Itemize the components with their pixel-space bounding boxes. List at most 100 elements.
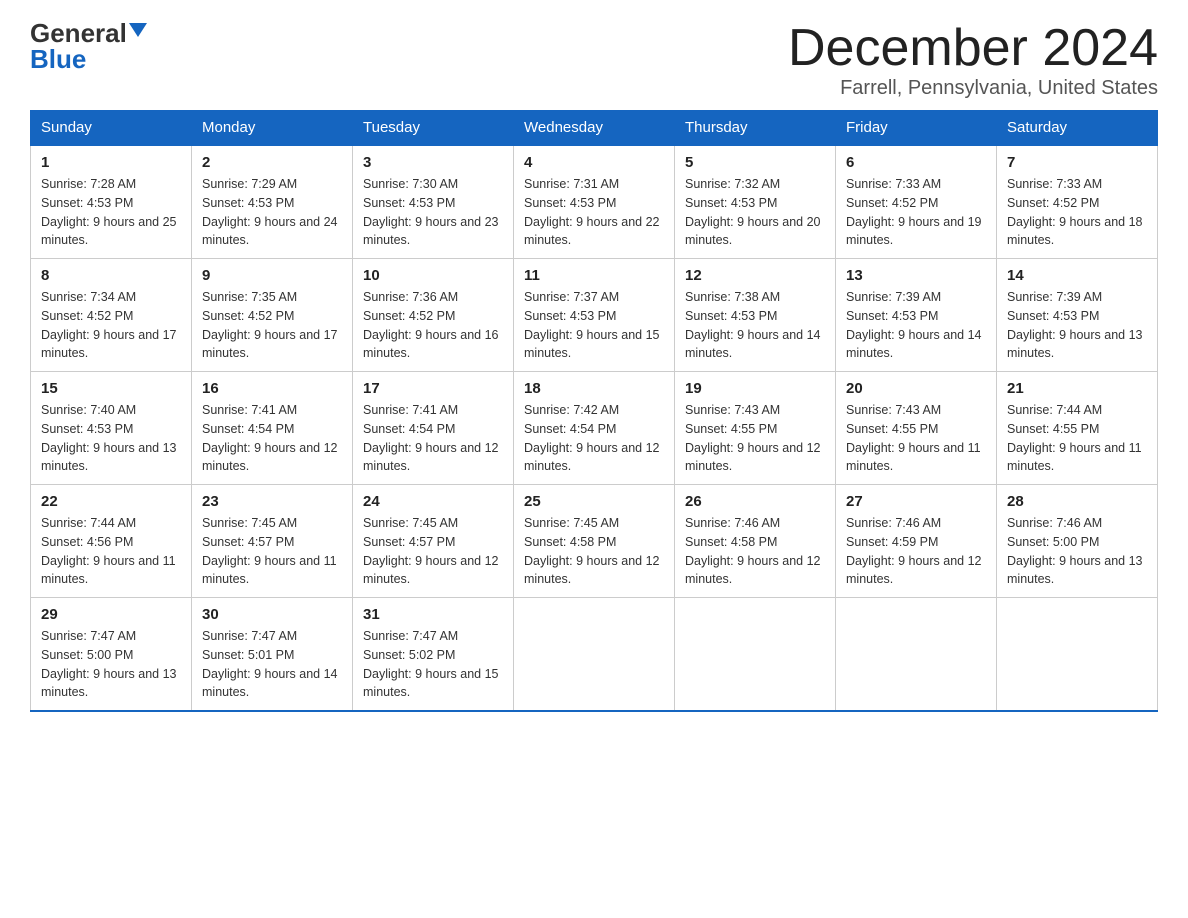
calendar-title: December 2024 xyxy=(788,20,1158,77)
calendar-day-cell: 26Sunrise: 7:46 AMSunset: 4:58 PMDayligh… xyxy=(675,485,836,598)
day-info: Sunrise: 7:35 AMSunset: 4:52 PMDaylight:… xyxy=(202,288,342,363)
day-number: 4 xyxy=(524,154,664,171)
day-number: 28 xyxy=(1007,493,1147,510)
calendar-day-cell: 18Sunrise: 7:42 AMSunset: 4:54 PMDayligh… xyxy=(514,372,675,485)
day-number: 22 xyxy=(41,493,181,510)
day-info: Sunrise: 7:47 AMSunset: 5:02 PMDaylight:… xyxy=(363,627,503,702)
day-info: Sunrise: 7:45 AMSunset: 4:58 PMDaylight:… xyxy=(524,514,664,589)
day-info: Sunrise: 7:46 AMSunset: 5:00 PMDaylight:… xyxy=(1007,514,1147,589)
calendar-body: 1Sunrise: 7:28 AMSunset: 4:53 PMDaylight… xyxy=(31,145,1158,711)
day-of-week-header: Tuesday xyxy=(353,111,514,146)
day-info: Sunrise: 7:47 AMSunset: 5:01 PMDaylight:… xyxy=(202,627,342,702)
day-number: 17 xyxy=(363,380,503,397)
calendar-day-cell: 4 Sunrise: 7:31 AMSunset: 4:53 PMDaylight… xyxy=(514,145,675,259)
day-number: 2 xyxy=(202,154,342,171)
calendar-day-cell: 6 Sunrise: 7:33 AMSunset: 4:52 PMDaylight… xyxy=(836,145,997,259)
calendar-day-cell: 25 Sunrise: 7:45 AMSunset: 4:58 PMDayligh… xyxy=(514,485,675,598)
day-of-week-header: Friday xyxy=(836,111,997,146)
day-info: Sunrise: 7:45 AMSunset: 4:57 PMDaylight:… xyxy=(202,514,342,589)
day-number: 31 xyxy=(363,606,503,623)
day-number: 18 xyxy=(524,380,664,397)
day-info: Sunrise: 7:45 AMSunset: 4:57 PMDaylight:… xyxy=(363,514,503,589)
calendar-day-cell xyxy=(997,598,1158,712)
calendar-day-cell: 17 Sunrise: 7:41 AMSunset: 4:54 PMDayligh… xyxy=(353,372,514,485)
day-info: Sunrise: 7:29 AMSunset: 4:53 PMDaylight:… xyxy=(202,175,342,250)
day-of-week-header: Sunday xyxy=(31,111,192,146)
day-info: Sunrise: 7:43 AMSunset: 4:55 PMDaylight:… xyxy=(846,401,986,476)
day-info: Sunrise: 7:30 AMSunset: 4:53 PMDaylight:… xyxy=(363,175,503,250)
calendar-day-cell: 20Sunrise: 7:43 AMSunset: 4:55 PMDayligh… xyxy=(836,372,997,485)
day-number: 23 xyxy=(202,493,342,510)
day-number: 29 xyxy=(41,606,181,623)
day-info: Sunrise: 7:33 AMSunset: 4:52 PMDaylight:… xyxy=(1007,175,1147,250)
calendar-day-cell: 13 Sunrise: 7:39 AMSunset: 4:53 PMDayligh… xyxy=(836,259,997,372)
day-info: Sunrise: 7:39 AMSunset: 4:53 PMDaylight:… xyxy=(1007,288,1147,363)
day-number: 3 xyxy=(363,154,503,171)
day-info: Sunrise: 7:41 AMSunset: 4:54 PMDaylight:… xyxy=(363,401,503,476)
title-area: December 2024 Farrell, Pennsylvania, Uni… xyxy=(788,20,1158,100)
calendar-day-cell: 5 Sunrise: 7:32 AMSunset: 4:53 PMDaylight… xyxy=(675,145,836,259)
day-of-week-header: Saturday xyxy=(997,111,1158,146)
day-number: 14 xyxy=(1007,267,1147,284)
day-info: Sunrise: 7:38 AMSunset: 4:53 PMDaylight:… xyxy=(685,288,825,363)
day-number: 25 xyxy=(524,493,664,510)
day-info: Sunrise: 7:40 AMSunset: 4:53 PMDaylight:… xyxy=(41,401,181,476)
days-of-week-row: SundayMondayTuesdayWednesdayThursdayFrid… xyxy=(31,111,1158,146)
calendar-day-cell xyxy=(675,598,836,712)
calendar-day-cell: 23 Sunrise: 7:45 AMSunset: 4:57 PMDayligh… xyxy=(192,485,353,598)
calendar-day-cell: 7 Sunrise: 7:33 AMSunset: 4:52 PMDaylight… xyxy=(997,145,1158,259)
calendar-week-row: 29 Sunrise: 7:47 AMSunset: 5:00 PMDayligh… xyxy=(31,598,1158,712)
day-info: Sunrise: 7:33 AMSunset: 4:52 PMDaylight:… xyxy=(846,175,986,250)
calendar-week-row: 22 Sunrise: 7:44 AMSunset: 4:56 PMDayligh… xyxy=(31,485,1158,598)
day-info: Sunrise: 7:47 AMSunset: 5:00 PMDaylight:… xyxy=(41,627,181,702)
calendar-table: SundayMondayTuesdayWednesdayThursdayFrid… xyxy=(30,110,1158,712)
day-info: Sunrise: 7:31 AMSunset: 4:53 PMDaylight:… xyxy=(524,175,664,250)
logo-triangle-icon xyxy=(129,23,147,37)
day-number: 7 xyxy=(1007,154,1147,171)
calendar-subtitle: Farrell, Pennsylvania, United States xyxy=(788,77,1158,100)
day-number: 30 xyxy=(202,606,342,623)
day-number: 6 xyxy=(846,154,986,171)
day-number: 16 xyxy=(202,380,342,397)
day-number: 13 xyxy=(846,267,986,284)
calendar-day-cell xyxy=(836,598,997,712)
day-info: Sunrise: 7:32 AMSunset: 4:53 PMDaylight:… xyxy=(685,175,825,250)
day-number: 1 xyxy=(41,154,181,171)
day-info: Sunrise: 7:36 AMSunset: 4:52 PMDaylight:… xyxy=(363,288,503,363)
calendar-day-cell: 24 Sunrise: 7:45 AMSunset: 4:57 PMDayligh… xyxy=(353,485,514,598)
day-number: 10 xyxy=(363,267,503,284)
calendar-day-cell: 19 Sunrise: 7:43 AMSunset: 4:55 PMDayligh… xyxy=(675,372,836,485)
logo-general-text: General xyxy=(30,20,127,46)
calendar-day-cell: 10 Sunrise: 7:36 AMSunset: 4:52 PMDayligh… xyxy=(353,259,514,372)
logo: General Blue xyxy=(30,20,147,72)
day-number: 5 xyxy=(685,154,825,171)
calendar-day-cell: 29 Sunrise: 7:47 AMSunset: 5:00 PMDayligh… xyxy=(31,598,192,712)
day-number: 27 xyxy=(846,493,986,510)
calendar-day-cell: 21Sunrise: 7:44 AMSunset: 4:55 PMDayligh… xyxy=(997,372,1158,485)
day-info: Sunrise: 7:44 AMSunset: 4:56 PMDaylight:… xyxy=(41,514,181,589)
day-of-week-header: Thursday xyxy=(675,111,836,146)
calendar-day-cell: 16 Sunrise: 7:41 AMSunset: 4:54 PMDayligh… xyxy=(192,372,353,485)
calendar-day-cell: 15 Sunrise: 7:40 AMSunset: 4:53 PMDayligh… xyxy=(31,372,192,485)
day-number: 15 xyxy=(41,380,181,397)
calendar-day-cell: 28 Sunrise: 7:46 AMSunset: 5:00 PMDayligh… xyxy=(997,485,1158,598)
calendar-header: SundayMondayTuesdayWednesdayThursdayFrid… xyxy=(31,111,1158,146)
day-info: Sunrise: 7:43 AMSunset: 4:55 PMDaylight:… xyxy=(685,401,825,476)
calendar-day-cell: 14 Sunrise: 7:39 AMSunset: 4:53 PMDayligh… xyxy=(997,259,1158,372)
calendar-week-row: 15 Sunrise: 7:40 AMSunset: 4:53 PMDayligh… xyxy=(31,372,1158,485)
logo-blue-text: Blue xyxy=(30,46,86,72)
calendar-day-cell: 11Sunrise: 7:37 AMSunset: 4:53 PMDayligh… xyxy=(514,259,675,372)
day-number: 24 xyxy=(363,493,503,510)
page-header: General Blue December 2024 Farrell, Penn… xyxy=(30,20,1158,100)
calendar-day-cell: 22 Sunrise: 7:44 AMSunset: 4:56 PMDayligh… xyxy=(31,485,192,598)
calendar-day-cell: 1Sunrise: 7:28 AMSunset: 4:53 PMDaylight… xyxy=(31,145,192,259)
day-info: Sunrise: 7:41 AMSunset: 4:54 PMDaylight:… xyxy=(202,401,342,476)
day-number: 19 xyxy=(685,380,825,397)
calendar-day-cell: 8Sunrise: 7:34 AMSunset: 4:52 PMDaylight… xyxy=(31,259,192,372)
calendar-week-row: 8Sunrise: 7:34 AMSunset: 4:52 PMDaylight… xyxy=(31,259,1158,372)
day-number: 21 xyxy=(1007,380,1147,397)
calendar-day-cell: 30 Sunrise: 7:47 AMSunset: 5:01 PMDayligh… xyxy=(192,598,353,712)
day-number: 26 xyxy=(685,493,825,510)
calendar-day-cell: 9Sunrise: 7:35 AMSunset: 4:52 PMDaylight… xyxy=(192,259,353,372)
day-info: Sunrise: 7:39 AMSunset: 4:53 PMDaylight:… xyxy=(846,288,986,363)
